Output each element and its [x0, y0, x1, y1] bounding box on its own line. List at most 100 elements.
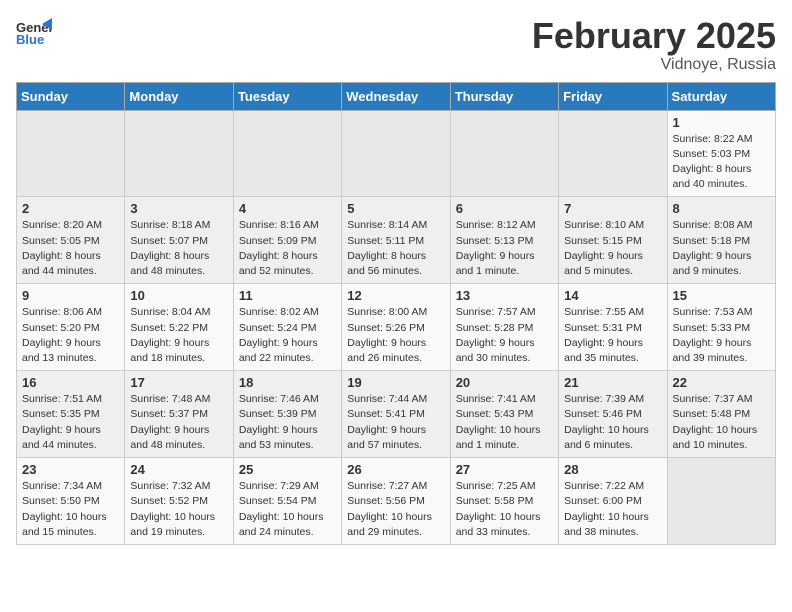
- day-number: 2: [22, 201, 119, 216]
- day-number: 18: [239, 375, 336, 390]
- calendar-cell: 19 Sunrise: 7:44 AM Sunset: 5:41 PM Dayli…: [342, 371, 450, 458]
- title-block: February 2025 Vidnoye, Russia: [532, 16, 776, 74]
- calendar-cell: [559, 110, 667, 197]
- main-title: February 2025: [532, 16, 776, 56]
- calendar-cell: 8 Sunrise: 8:08 AM Sunset: 5:18 PM Daylig…: [667, 197, 775, 284]
- weekday-header-friday: Friday: [559, 82, 667, 110]
- day-detail: Sunrise: 8:04 AM Sunset: 5:22 PM Dayligh…: [130, 305, 227, 366]
- calendar-table: SundayMondayTuesdayWednesdayThursdayFrid…: [16, 82, 776, 545]
- day-number: 25: [239, 462, 336, 477]
- calendar-cell: 23 Sunrise: 7:34 AM Sunset: 5:50 PM Dayli…: [17, 458, 125, 545]
- calendar-cell: 13 Sunrise: 7:57 AM Sunset: 5:28 PM Dayli…: [450, 284, 558, 371]
- calendar-cell: 22Sunrise: 7:37 AM Sunset: 5:48 PM Dayli…: [667, 371, 775, 458]
- day-number: 3: [130, 201, 227, 216]
- calendar-cell: 2 Sunrise: 8:20 AM Sunset: 5:05 PM Daylig…: [17, 197, 125, 284]
- calendar-body: 1 Sunrise: 8:22 AM Sunset: 5:03 PM Daylig…: [17, 110, 776, 544]
- day-detail: Sunrise: 7:39 AM Sunset: 5:46 PM Dayligh…: [564, 392, 661, 453]
- day-number: 4: [239, 201, 336, 216]
- day-detail: Sunrise: 7:27 AM Sunset: 5:56 PM Dayligh…: [347, 479, 444, 540]
- calendar-cell: 11 Sunrise: 8:02 AM Sunset: 5:24 PM Dayli…: [233, 284, 341, 371]
- day-detail: Sunrise: 7:29 AM Sunset: 5:54 PM Dayligh…: [239, 479, 336, 540]
- day-detail: Sunrise: 7:57 AM Sunset: 5:28 PM Dayligh…: [456, 305, 553, 366]
- day-detail: Sunrise: 7:44 AM Sunset: 5:41 PM Dayligh…: [347, 392, 444, 453]
- weekday-header-saturday: Saturday: [667, 82, 775, 110]
- calendar-cell: 18 Sunrise: 7:46 AM Sunset: 5:39 PM Dayli…: [233, 371, 341, 458]
- day-detail: Sunrise: 7:34 AM Sunset: 5:50 PM Dayligh…: [22, 479, 119, 540]
- day-detail: Sunrise: 8:20 AM Sunset: 5:05 PM Dayligh…: [22, 218, 119, 279]
- calendar-cell: 24Sunrise: 7:32 AM Sunset: 5:52 PM Dayli…: [125, 458, 233, 545]
- calendar-cell: 7 Sunrise: 8:10 AM Sunset: 5:15 PM Daylig…: [559, 197, 667, 284]
- weekday-header-tuesday: Tuesday: [233, 82, 341, 110]
- day-number: 1: [673, 115, 770, 130]
- calendar-cell: 10 Sunrise: 8:04 AM Sunset: 5:22 PM Dayli…: [125, 284, 233, 371]
- day-detail: Sunrise: 7:48 AM Sunset: 5:37 PM Dayligh…: [130, 392, 227, 453]
- calendar-cell: 9 Sunrise: 8:06 AM Sunset: 5:20 PM Daylig…: [17, 284, 125, 371]
- calendar-week-3: 9 Sunrise: 8:06 AM Sunset: 5:20 PM Daylig…: [17, 284, 776, 371]
- calendar-cell: [667, 458, 775, 545]
- calendar-cell: 26 Sunrise: 7:27 AM Sunset: 5:56 PM Dayli…: [342, 458, 450, 545]
- day-number: 6: [456, 201, 553, 216]
- calendar-cell: 1 Sunrise: 8:22 AM Sunset: 5:03 PM Daylig…: [667, 110, 775, 197]
- day-number: 13: [456, 288, 553, 303]
- day-detail: Sunrise: 7:53 AM Sunset: 5:33 PM Dayligh…: [673, 305, 770, 366]
- day-number: 15: [673, 288, 770, 303]
- day-detail: Sunrise: 8:16 AM Sunset: 5:09 PM Dayligh…: [239, 218, 336, 279]
- day-detail: Sunrise: 8:12 AM Sunset: 5:13 PM Dayligh…: [456, 218, 553, 279]
- svg-text:Blue: Blue: [16, 32, 44, 47]
- day-number: 20: [456, 375, 553, 390]
- calendar-cell: 12Sunrise: 8:00 AM Sunset: 5:26 PM Dayli…: [342, 284, 450, 371]
- calendar-cell: 25 Sunrise: 7:29 AM Sunset: 5:54 PM Dayli…: [233, 458, 341, 545]
- day-detail: Sunrise: 8:00 AM Sunset: 5:26 PM Dayligh…: [347, 305, 444, 366]
- weekday-header-wednesday: Wednesday: [342, 82, 450, 110]
- weekday-header-row: SundayMondayTuesdayWednesdayThursdayFrid…: [17, 82, 776, 110]
- day-number: 19: [347, 375, 444, 390]
- location-subtitle: Vidnoye, Russia: [532, 56, 776, 74]
- day-detail: Sunrise: 8:02 AM Sunset: 5:24 PM Dayligh…: [239, 305, 336, 366]
- calendar-cell: 5Sunrise: 8:14 AM Sunset: 5:11 PM Daylig…: [342, 197, 450, 284]
- calendar-cell: 4 Sunrise: 8:16 AM Sunset: 5:09 PM Daylig…: [233, 197, 341, 284]
- day-number: 7: [564, 201, 661, 216]
- calendar-cell: [233, 110, 341, 197]
- day-number: 9: [22, 288, 119, 303]
- weekday-header-sunday: Sunday: [17, 82, 125, 110]
- day-number: 23: [22, 462, 119, 477]
- calendar-cell: 28Sunrise: 7:22 AM Sunset: 6:00 PM Dayli…: [559, 458, 667, 545]
- calendar-week-1: 1 Sunrise: 8:22 AM Sunset: 5:03 PM Daylig…: [17, 110, 776, 197]
- day-number: 21: [564, 375, 661, 390]
- day-number: 8: [673, 201, 770, 216]
- calendar-cell: 27Sunrise: 7:25 AM Sunset: 5:58 PM Dayli…: [450, 458, 558, 545]
- calendar-cell: [342, 110, 450, 197]
- day-number: 26: [347, 462, 444, 477]
- day-detail: Sunrise: 7:25 AM Sunset: 5:58 PM Dayligh…: [456, 479, 553, 540]
- calendar-cell: [450, 110, 558, 197]
- day-detail: Sunrise: 8:10 AM Sunset: 5:15 PM Dayligh…: [564, 218, 661, 279]
- day-detail: Sunrise: 8:18 AM Sunset: 5:07 PM Dayligh…: [130, 218, 227, 279]
- calendar-cell: 16Sunrise: 7:51 AM Sunset: 5:35 PM Dayli…: [17, 371, 125, 458]
- calendar-week-4: 16Sunrise: 7:51 AM Sunset: 5:35 PM Dayli…: [17, 371, 776, 458]
- calendar-cell: 3 Sunrise: 8:18 AM Sunset: 5:07 PM Daylig…: [125, 197, 233, 284]
- day-detail: Sunrise: 7:22 AM Sunset: 6:00 PM Dayligh…: [564, 479, 661, 540]
- day-number: 11: [239, 288, 336, 303]
- day-number: 17: [130, 375, 227, 390]
- day-detail: Sunrise: 7:55 AM Sunset: 5:31 PM Dayligh…: [564, 305, 661, 366]
- day-detail: Sunrise: 7:46 AM Sunset: 5:39 PM Dayligh…: [239, 392, 336, 453]
- day-detail: Sunrise: 7:32 AM Sunset: 5:52 PM Dayligh…: [130, 479, 227, 540]
- calendar-cell: 20Sunrise: 7:41 AM Sunset: 5:43 PM Dayli…: [450, 371, 558, 458]
- weekday-header-monday: Monday: [125, 82, 233, 110]
- day-number: 5: [347, 201, 444, 216]
- calendar-cell: 17 Sunrise: 7:48 AM Sunset: 5:37 PM Dayli…: [125, 371, 233, 458]
- calendar-week-2: 2 Sunrise: 8:20 AM Sunset: 5:05 PM Daylig…: [17, 197, 776, 284]
- calendar-cell: 6 Sunrise: 8:12 AM Sunset: 5:13 PM Daylig…: [450, 197, 558, 284]
- calendar-cell: [17, 110, 125, 197]
- logo-icon: General Blue: [16, 16, 52, 57]
- day-number: 14: [564, 288, 661, 303]
- day-detail: Sunrise: 8:08 AM Sunset: 5:18 PM Dayligh…: [673, 218, 770, 279]
- day-detail: Sunrise: 8:22 AM Sunset: 5:03 PM Dayligh…: [673, 132, 770, 193]
- calendar-cell: 15 Sunrise: 7:53 AM Sunset: 5:33 PM Dayli…: [667, 284, 775, 371]
- calendar-cell: [125, 110, 233, 197]
- day-number: 10: [130, 288, 227, 303]
- day-detail: Sunrise: 8:06 AM Sunset: 5:20 PM Dayligh…: [22, 305, 119, 366]
- calendar-week-5: 23 Sunrise: 7:34 AM Sunset: 5:50 PM Dayli…: [17, 458, 776, 545]
- calendar-cell: 21 Sunrise: 7:39 AM Sunset: 5:46 PM Dayli…: [559, 371, 667, 458]
- calendar-cell: 14 Sunrise: 7:55 AM Sunset: 5:31 PM Dayli…: [559, 284, 667, 371]
